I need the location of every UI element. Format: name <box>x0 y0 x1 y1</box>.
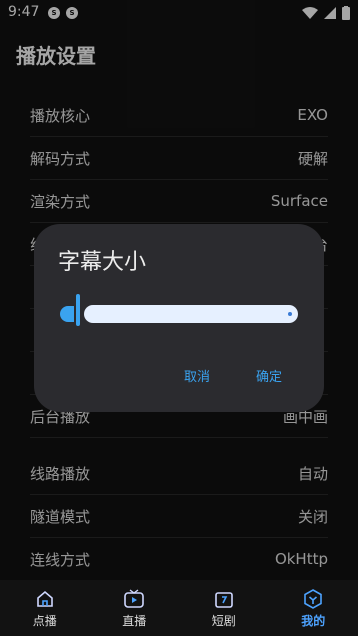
home-icon <box>34 588 56 610</box>
live-tv-icon <box>123 588 145 610</box>
nav-label: 短剧 <box>211 613 236 628</box>
slider-track[interactable] <box>84 305 298 323</box>
nav-item-vod[interactable]: 点播 <box>0 580 90 636</box>
nav-item-mine[interactable]: 我的 <box>269 580 358 636</box>
nav-item-short-drama[interactable]: 短剧 <box>179 580 269 636</box>
bottom-navigation: 点播 直播 短剧 我的 <box>0 580 358 636</box>
dialog-title: 字幕大小 <box>58 250 147 275</box>
confirm-button[interactable]: 确定 <box>256 366 282 385</box>
nav-label: 我的 <box>301 613 326 628</box>
subtitle-size-dialog: 字幕大小 取消 确定 <box>34 224 324 412</box>
profile-icon <box>302 588 324 610</box>
slider-active-track <box>60 306 74 322</box>
subtitle-size-slider[interactable] <box>60 294 300 330</box>
slider-thumb[interactable] <box>76 294 80 326</box>
nav-item-live[interactable]: 直播 <box>90 580 180 636</box>
cancel-button[interactable]: 取消 <box>184 366 210 385</box>
nav-label: 直播 <box>122 613 147 628</box>
slider-end-dot <box>288 312 292 316</box>
nav-label: 点播 <box>32 613 57 628</box>
short-drama-icon <box>213 588 235 610</box>
